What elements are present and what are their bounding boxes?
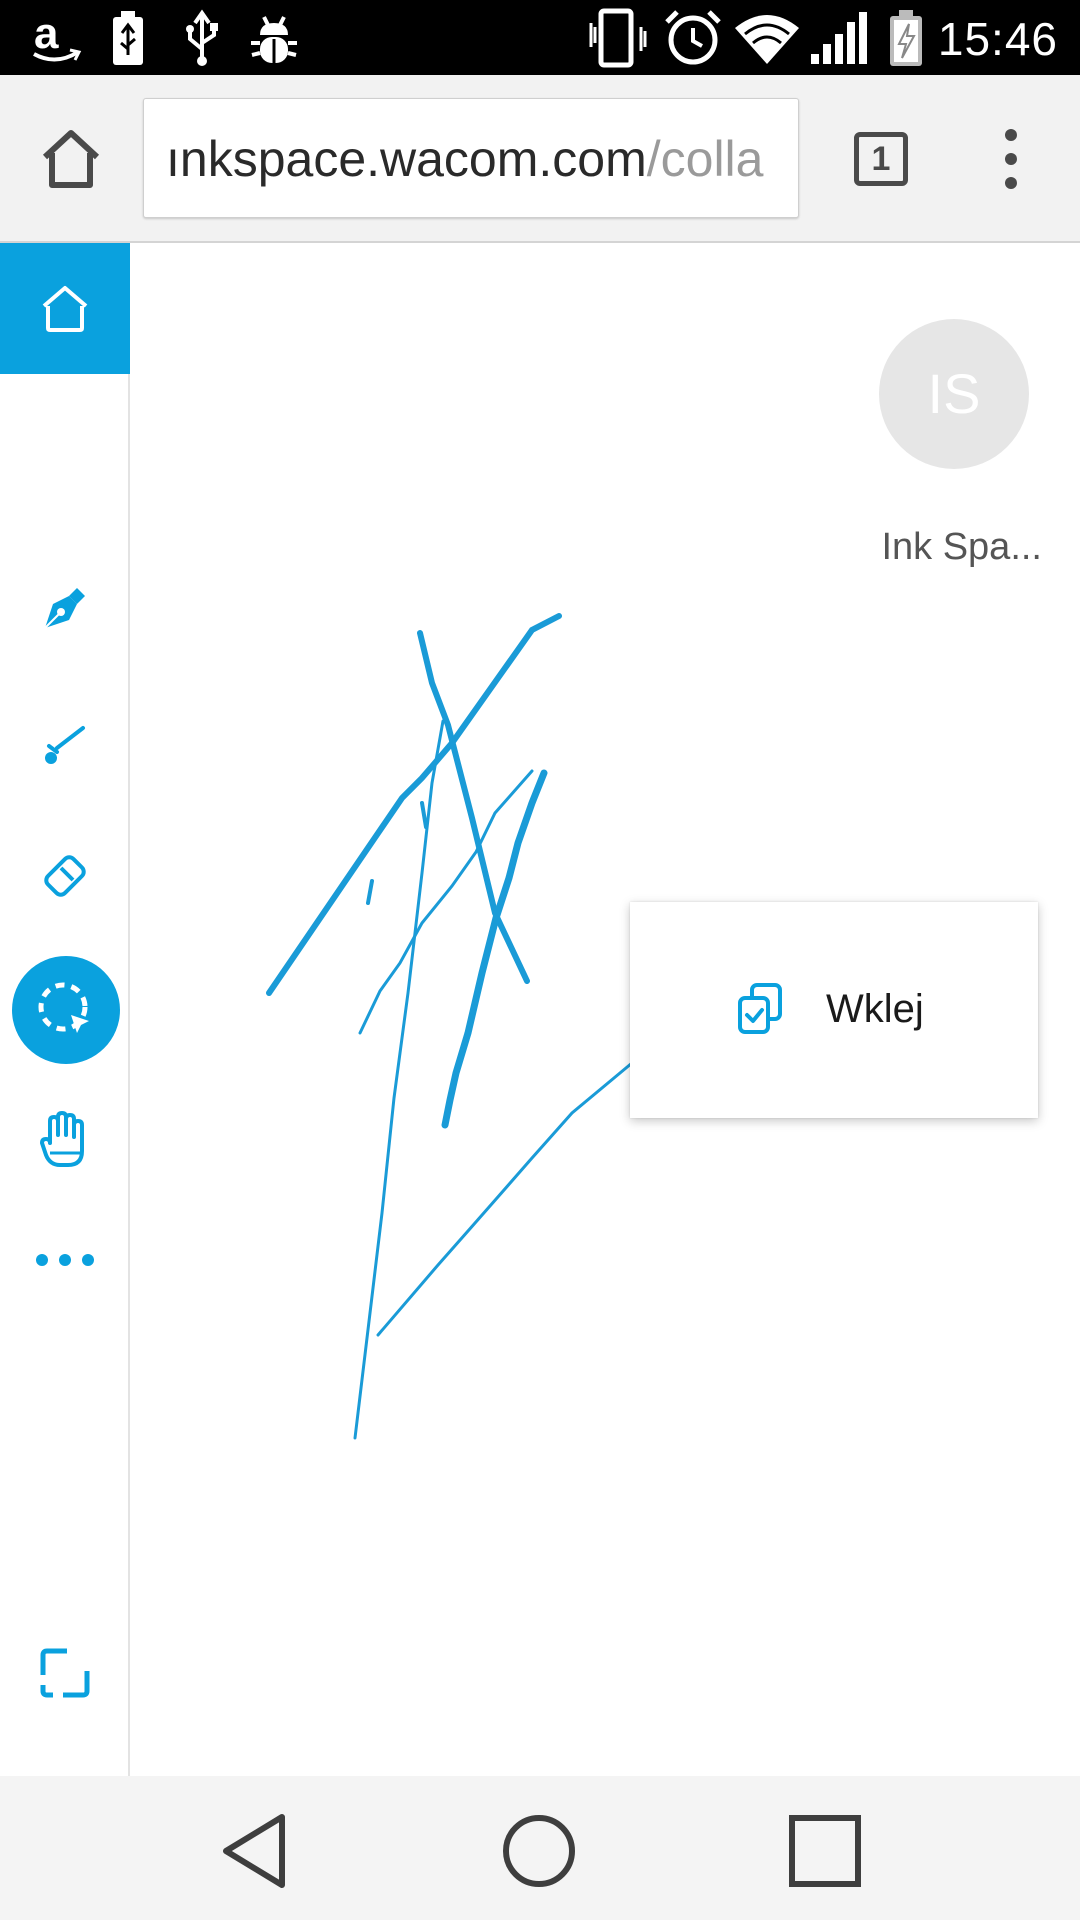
- debug-bug-icon: [246, 0, 302, 75]
- pan-tool[interactable]: [0, 1085, 130, 1195]
- tab-switcher-button[interactable]: 1: [854, 132, 908, 186]
- hand-icon: [40, 1111, 84, 1167]
- back-icon: [223, 1814, 285, 1888]
- paste-label: Wklej: [826, 987, 924, 1031]
- ink-stroke: [420, 801, 428, 829]
- browser-menu-button[interactable]: [990, 127, 1032, 191]
- recents-icon: [789, 1815, 861, 1887]
- lasso-select-icon: [38, 982, 89, 1033]
- more-icon: [36, 1254, 94, 1266]
- stroke-group: [266, 613, 634, 1440]
- status-bar: a 15:46: [0, 0, 1080, 75]
- fullscreen-button[interactable]: [0, 1623, 130, 1723]
- amazon-icon: a: [26, 0, 86, 75]
- ink-stroke: [353, 719, 445, 1440]
- paste-menu-item[interactable]: Wklej: [630, 902, 1038, 1118]
- eraser-icon: [44, 855, 86, 897]
- select-tool-active-bg: [12, 956, 120, 1064]
- ink-stroke: [366, 879, 374, 905]
- system-nav-bar: [0, 1776, 1080, 1920]
- browser-home-button[interactable]: [35, 123, 107, 195]
- usb-icon: [178, 0, 226, 75]
- pen-tool[interactable]: [0, 553, 130, 663]
- home-nav-button[interactable]: [494, 1806, 584, 1896]
- circle-home-icon: [503, 1815, 575, 1887]
- alarm-icon: [662, 0, 724, 75]
- url-path: /colla: [646, 131, 764, 187]
- recents-button[interactable]: [780, 1806, 870, 1896]
- browser-toolbar: ınkspace.wacom.com/colla 1: [0, 75, 1080, 243]
- url-host: ınkspace.wacom.com: [166, 131, 647, 187]
- svg-text:a: a: [34, 9, 59, 58]
- fullscreen-icon: [40, 1648, 90, 1698]
- brush-tool[interactable]: [0, 689, 130, 799]
- back-button[interactable]: [210, 1806, 300, 1896]
- wifi-icon: [732, 0, 802, 75]
- screen: a 15:46 ınkspace.wacom.com/colla 1 IS In…: [0, 0, 1080, 1920]
- paste-icon: [738, 983, 782, 1034]
- status-clock: 15:46: [937, 13, 1058, 65]
- eraser-tool[interactable]: [0, 821, 130, 931]
- brush-icon: [45, 726, 85, 764]
- ink-stroke: [358, 769, 534, 1035]
- ink-stroke: [376, 1061, 634, 1337]
- avatar[interactable]: IS: [879, 319, 1029, 469]
- select-tool[interactable]: [0, 950, 130, 1070]
- more-vert-icon: [1005, 129, 1017, 189]
- ink-stroke: [441, 769, 548, 1129]
- battery-usb-icon: [108, 0, 148, 75]
- more-tools-button[interactable]: [0, 1215, 130, 1305]
- avatar-name: Ink Spa...: [881, 526, 1042, 568]
- vibrate-icon: [584, 0, 650, 75]
- pen-icon: [44, 588, 85, 629]
- ink-stroke: [417, 630, 530, 984]
- tool-sidebar: [0, 243, 130, 1776]
- home-icon: [42, 130, 100, 188]
- signal-icon: [808, 0, 874, 75]
- context-menu: Wklej: [630, 902, 1038, 1118]
- battery-charging-icon: [884, 0, 928, 75]
- app-home-button[interactable]: [0, 243, 130, 374]
- home-icon: [42, 285, 88, 332]
- url-bar[interactable]: ınkspace.wacom.com/colla: [143, 98, 799, 218]
